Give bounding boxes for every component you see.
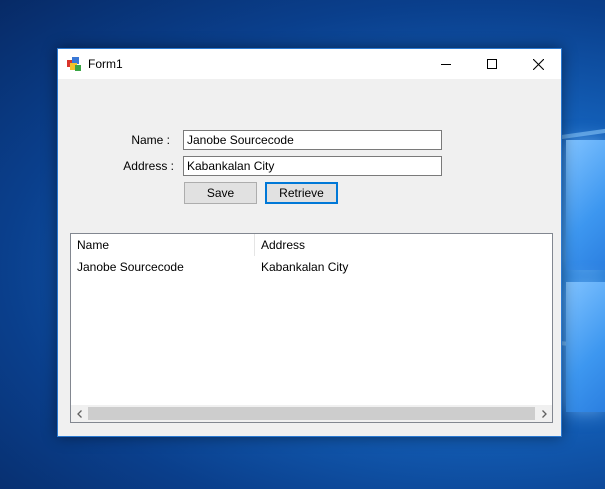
scroll-left-button[interactable] xyxy=(71,405,88,422)
row-name-cell: Janobe Sourcecode xyxy=(77,260,184,274)
minimize-button[interactable] xyxy=(423,49,469,79)
name-label: Name : xyxy=(131,133,170,147)
column-header-name[interactable]: Name xyxy=(71,234,255,256)
scrollbar-thumb[interactable] xyxy=(88,407,535,420)
retrieve-button[interactable]: Retrieve xyxy=(265,182,338,204)
address-label: Address : xyxy=(123,159,174,173)
wallpaper-window-pane xyxy=(566,282,605,412)
chevron-left-icon xyxy=(76,409,82,418)
window-title: Form1 xyxy=(88,57,123,71)
row-address-cell: Kabankalan City xyxy=(261,260,349,274)
form1-window: Form1 Name : Address : Save Retrieve Nam… xyxy=(57,48,562,437)
save-button[interactable]: Save xyxy=(184,182,257,204)
name-input[interactable] xyxy=(183,130,442,150)
horizontal-scrollbar[interactable] xyxy=(71,405,552,422)
chevron-right-icon xyxy=(541,409,547,418)
table-row[interactable]: Janobe Sourcecode Kabankalan City xyxy=(71,257,552,277)
column-header-address[interactable]: Address xyxy=(255,234,552,256)
title-bar[interactable]: Form1 xyxy=(58,49,561,79)
address-input[interactable] xyxy=(183,156,442,176)
wallpaper-window-pane xyxy=(566,140,605,270)
scroll-right-button[interactable] xyxy=(535,405,552,422)
maximize-icon xyxy=(487,59,497,69)
close-button[interactable] xyxy=(515,49,561,79)
maximize-button[interactable] xyxy=(469,49,515,79)
close-icon xyxy=(532,58,544,70)
minimize-icon xyxy=(441,64,451,65)
records-listview[interactable]: Name Address Janobe Sourcecode Kabankala… xyxy=(70,233,553,423)
app-icon xyxy=(67,57,81,71)
listview-header: Name Address xyxy=(71,234,552,256)
